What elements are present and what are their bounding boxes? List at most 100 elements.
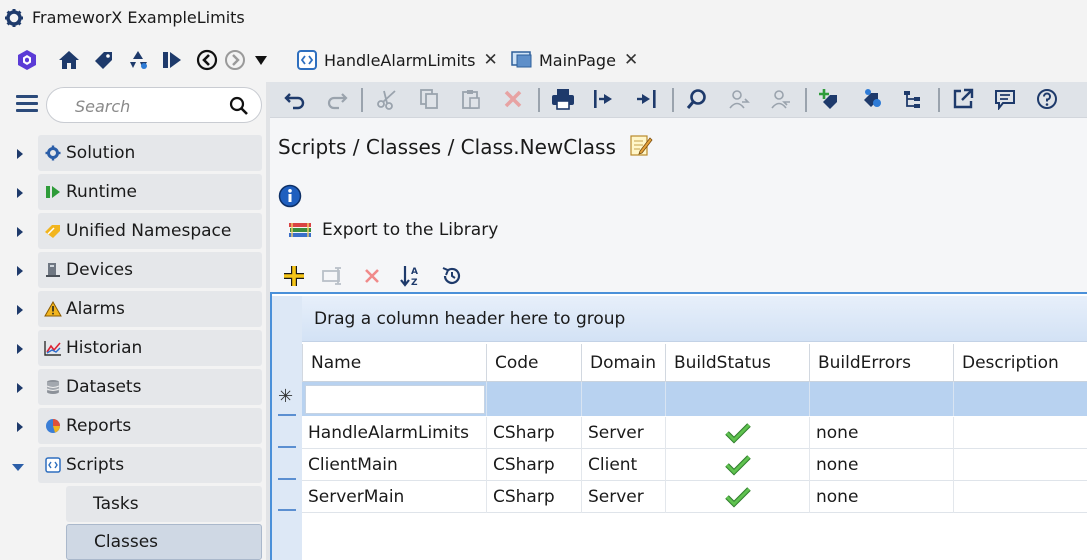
separator (361, 88, 363, 112)
run-icon[interactable] (159, 47, 185, 73)
recycle-icon[interactable] (125, 47, 151, 73)
forward-icon[interactable] (222, 47, 248, 73)
import-icon[interactable] (591, 86, 617, 112)
new-row-name-input[interactable] (305, 385, 485, 414)
find-icon[interactable] (684, 86, 710, 112)
tree-icon[interactable] (900, 86, 926, 112)
cell-builderrors[interactable]: none (809, 449, 953, 481)
dropdown-icon[interactable] (248, 47, 274, 73)
tag-settings-icon[interactable] (859, 86, 885, 112)
column-header-buildstatus[interactable]: BuildStatus (665, 344, 809, 382)
tag-icon[interactable] (91, 47, 117, 73)
check-icon (724, 455, 751, 476)
edit-row-icon[interactable] (320, 263, 346, 289)
print-icon[interactable] (550, 86, 576, 112)
row-header-column (272, 296, 302, 560)
cell-domain[interactable]: Client (581, 449, 665, 481)
expand-arrow-icon[interactable] (14, 225, 26, 239)
export-icon[interactable] (633, 86, 659, 112)
expand-arrow-icon[interactable] (14, 264, 26, 278)
sidebar-item-solution[interactable]: Solution (38, 135, 262, 171)
cell-description[interactable] (953, 481, 1087, 513)
help-icon[interactable] (1034, 86, 1060, 112)
cell-description[interactable] (953, 449, 1087, 481)
undo-icon[interactable] (282, 86, 308, 112)
expand-arrow-icon[interactable] (14, 303, 26, 317)
hamburger-menu-icon[interactable] (16, 95, 38, 113)
sidebar-item-historian[interactable]: Historian (38, 330, 262, 366)
sidebar-item-devices[interactable]: Devices (38, 252, 262, 288)
cell-domain[interactable]: Server (581, 481, 665, 513)
column-header-code[interactable]: Code (486, 344, 581, 382)
home-icon[interactable] (56, 47, 82, 73)
paste-icon[interactable] (458, 86, 484, 112)
check-icon (724, 423, 751, 444)
add-icon[interactable] (281, 263, 307, 289)
group-panel[interactable]: Drag a column header here to group (302, 296, 1087, 342)
expand-arrow-icon[interactable] (14, 186, 26, 200)
cell-code[interactable]: CSharp (486, 481, 581, 513)
tab-main-page[interactable]: MainPage ✕ (511, 46, 638, 74)
table-row[interactable]: ClientMain CSharp Client none (302, 449, 1087, 481)
sidebar-item-datasets[interactable]: Datasets (38, 369, 262, 405)
sidebar-item-reports[interactable]: Reports (38, 408, 262, 444)
cell-buildstatus[interactable] (665, 417, 809, 449)
cell-name[interactable]: HandleAlarmLimits (302, 417, 486, 449)
info-icon[interactable] (278, 184, 302, 208)
cell-builderrors[interactable]: none (809, 481, 953, 513)
cell-name[interactable]: ServerMain (302, 481, 486, 513)
cut-icon[interactable] (374, 86, 400, 112)
expand-arrow-icon[interactable] (14, 420, 26, 434)
sidebar-item-classes[interactable]: Classes (66, 524, 262, 560)
add-tag-icon[interactable] (816, 86, 842, 112)
cell-domain[interactable]: Server (581, 417, 665, 449)
search-icon[interactable] (229, 96, 249, 116)
comment-icon[interactable] (992, 86, 1018, 112)
copy-icon[interactable] (416, 86, 442, 112)
cell-code[interactable]: CSharp (486, 449, 581, 481)
row-marker (278, 478, 296, 480)
new-row[interactable] (302, 382, 1087, 416)
column-header-description[interactable]: Description (953, 344, 1087, 382)
sidebar-item-unified-namespace[interactable]: Unified Namespace (38, 213, 262, 249)
close-icon[interactable]: ✕ (624, 50, 638, 70)
column-header-name[interactable]: Name (302, 344, 486, 382)
cell-name[interactable]: ClientMain (302, 449, 486, 481)
history-icon[interactable] (439, 263, 465, 289)
new-row-marker: ✳ (278, 386, 294, 407)
export-to-library-button[interactable]: Export to the Library (288, 218, 498, 242)
expand-arrow-icon[interactable] (14, 342, 26, 356)
find-user-icon[interactable] (726, 86, 752, 112)
close-icon[interactable]: ✕ (484, 50, 498, 70)
sidebar-item-runtime[interactable]: Runtime (38, 174, 262, 210)
cell-description[interactable] (953, 417, 1087, 449)
delete-icon[interactable] (500, 86, 526, 112)
expand-arrow-icon[interactable] (14, 381, 26, 395)
sidebar-item-tasks[interactable]: Tasks (66, 486, 262, 522)
open-external-icon[interactable] (950, 86, 976, 112)
cell-code[interactable]: CSharp (486, 417, 581, 449)
remove-icon[interactable] (359, 263, 385, 289)
sidebar-item-alarms[interactable]: Alarms (38, 291, 262, 327)
back-icon[interactable] (194, 47, 220, 73)
cell-builderrors[interactable]: none (809, 417, 953, 449)
redo-icon[interactable] (324, 86, 350, 112)
search-input[interactable] (75, 95, 225, 117)
sort-az-icon[interactable]: AZ (398, 263, 424, 289)
table-row[interactable]: HandleAlarmLimits CSharp Server none (302, 417, 1087, 449)
expand-arrow-icon[interactable] (14, 147, 26, 161)
cell-buildstatus[interactable] (665, 481, 809, 513)
sidebar-item-label: Solution (66, 143, 136, 163)
find-user-back-icon[interactable] (768, 86, 794, 112)
column-header-domain[interactable]: Domain (581, 344, 665, 382)
tab-handle-alarm-limits[interactable]: HandleAlarmLimits ✕ (296, 46, 498, 74)
column-header-builderrors[interactable]: BuildErrors (809, 344, 953, 382)
collapse-arrow-icon[interactable] (11, 461, 25, 473)
cell-buildstatus[interactable] (665, 449, 809, 481)
gear-icon (5, 9, 23, 27)
edit-note-icon[interactable] (628, 132, 654, 158)
cube-logo-icon[interactable] (14, 47, 40, 73)
sidebar-item-label: Unified Namespace (66, 221, 232, 241)
table-row[interactable]: ServerMain CSharp Server none (302, 481, 1087, 513)
sidebar-item-scripts[interactable]: Scripts (38, 447, 262, 483)
